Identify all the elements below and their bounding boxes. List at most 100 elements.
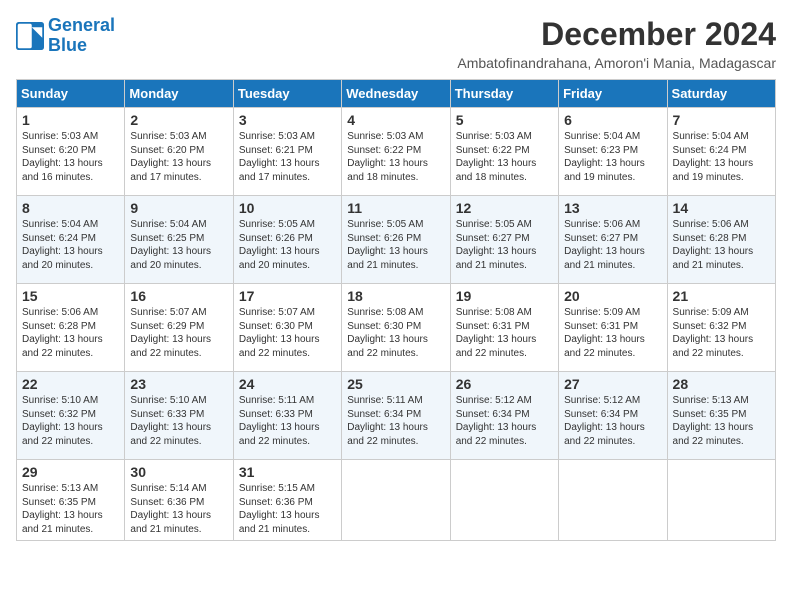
day-info: Sunrise: 5:06 AM Sunset: 6:28 PM Dayligh… xyxy=(673,218,770,272)
calendar-table: SundayMondayTuesdayWednesdayThursdayFrid… xyxy=(16,79,776,541)
day-number: 2 xyxy=(130,112,227,128)
logo-icon xyxy=(16,22,44,50)
calendar-cell: 30Sunrise: 5:14 AM Sunset: 6:36 PM Dayli… xyxy=(125,460,233,541)
day-info: Sunrise: 5:12 AM Sunset: 6:34 PM Dayligh… xyxy=(564,394,661,448)
day-number: 16 xyxy=(130,288,227,304)
calendar-header-friday: Friday xyxy=(559,80,667,108)
calendar-cell: 11 Sunrise: 5:05 AM Sunset: 6:26 PM Dayli… xyxy=(342,196,450,284)
day-info: Sunrise: 5:12 AM Sunset: 6:34 PM Dayligh… xyxy=(456,394,553,448)
calendar-cell: 14 Sunrise: 5:06 AM Sunset: 6:28 PM Dayli… xyxy=(667,196,775,284)
calendar-cell: 25 Sunrise: 5:11 AM Sunset: 6:34 PM Dayli… xyxy=(342,372,450,460)
day-number: 15 xyxy=(22,288,119,304)
calendar-cell: 2 Sunrise: 5:03 AM Sunset: 6:20 PM Daylig… xyxy=(125,108,233,196)
day-number: 9 xyxy=(130,200,227,216)
calendar-cell: 20Sunrise: 5:09 AM Sunset: 6:31 PM Dayli… xyxy=(559,284,667,372)
calendar-cell: 1 Sunrise: 5:03 AM Sunset: 6:20 PM Daylig… xyxy=(17,108,125,196)
day-number: 1 xyxy=(22,112,119,128)
day-number: 26 xyxy=(456,376,553,392)
day-info: Sunrise: 5:04 AM Sunset: 6:24 PM Dayligh… xyxy=(22,218,119,272)
day-number: 22 xyxy=(22,376,119,392)
day-number: 27 xyxy=(564,376,661,392)
calendar-week-row: 29 Sunrise: 5:13 AM Sunset: 6:35 PM Dayli… xyxy=(17,460,776,541)
day-number: 7 xyxy=(673,112,770,128)
calendar-cell: 15 Sunrise: 5:06 AM Sunset: 6:28 PM Dayli… xyxy=(17,284,125,372)
calendar-cell: 9 Sunrise: 5:04 AM Sunset: 6:25 PM Daylig… xyxy=(125,196,233,284)
day-info: Sunrise: 5:04 AM Sunset: 6:23 PM Dayligh… xyxy=(564,130,661,184)
calendar-cell: 3 Sunrise: 5:03 AM Sunset: 6:21 PM Daylig… xyxy=(233,108,341,196)
day-info: Sunrise: 5:13 AM Sunset: 6:35 PM Dayligh… xyxy=(22,482,119,536)
calendar-cell: 19 Sunrise: 5:08 AM Sunset: 6:31 PM Dayli… xyxy=(450,284,558,372)
day-info: Sunrise: 5:03 AM Sunset: 6:21 PM Dayligh… xyxy=(239,130,336,184)
calendar-body: 1 Sunrise: 5:03 AM Sunset: 6:20 PM Daylig… xyxy=(17,108,776,541)
calendar-week-row: 15 Sunrise: 5:06 AM Sunset: 6:28 PM Dayli… xyxy=(17,284,776,372)
day-info: Sunrise: 5:10 AM Sunset: 6:32 PM Dayligh… xyxy=(22,394,119,448)
calendar-week-row: 1 Sunrise: 5:03 AM Sunset: 6:20 PM Daylig… xyxy=(17,108,776,196)
calendar-cell: 10Sunrise: 5:05 AM Sunset: 6:26 PM Dayli… xyxy=(233,196,341,284)
day-info: Sunrise: 5:04 AM Sunset: 6:24 PM Dayligh… xyxy=(673,130,770,184)
day-info: Sunrise: 5:05 AM Sunset: 6:26 PM Dayligh… xyxy=(347,218,444,272)
calendar-cell: 23 Sunrise: 5:10 AM Sunset: 6:33 PM Dayli… xyxy=(125,372,233,460)
day-info: Sunrise: 5:03 AM Sunset: 6:22 PM Dayligh… xyxy=(456,130,553,184)
day-number: 21 xyxy=(673,288,770,304)
calendar-cell: 24Sunrise: 5:11 AM Sunset: 6:33 PM Dayli… xyxy=(233,372,341,460)
calendar-header-saturday: Saturday xyxy=(667,80,775,108)
calendar-week-row: 22 Sunrise: 5:10 AM Sunset: 6:32 PM Dayli… xyxy=(17,372,776,460)
calendar-cell: 6 Sunrise: 5:04 AM Sunset: 6:23 PM Daylig… xyxy=(559,108,667,196)
day-info: Sunrise: 5:07 AM Sunset: 6:29 PM Dayligh… xyxy=(130,306,227,360)
calendar-cell: 8 Sunrise: 5:04 AM Sunset: 6:24 PM Daylig… xyxy=(17,196,125,284)
day-number: 20 xyxy=(564,288,661,304)
calendar-header-sunday: Sunday xyxy=(17,80,125,108)
calendar-cell xyxy=(559,460,667,541)
day-number: 8 xyxy=(22,200,119,216)
day-number: 5 xyxy=(456,112,553,128)
calendar-cell xyxy=(450,460,558,541)
day-info: Sunrise: 5:08 AM Sunset: 6:31 PM Dayligh… xyxy=(456,306,553,360)
day-info: Sunrise: 5:11 AM Sunset: 6:33 PM Dayligh… xyxy=(239,394,336,448)
calendar-cell: 18Sunrise: 5:08 AM Sunset: 6:30 PM Dayli… xyxy=(342,284,450,372)
calendar-cell: 13 Sunrise: 5:06 AM Sunset: 6:27 PM Dayli… xyxy=(559,196,667,284)
day-number: 17 xyxy=(239,288,336,304)
day-number: 29 xyxy=(22,464,119,480)
day-number: 14 xyxy=(673,200,770,216)
calendar-cell: 27 Sunrise: 5:12 AM Sunset: 6:34 PM Dayli… xyxy=(559,372,667,460)
day-info: Sunrise: 5:03 AM Sunset: 6:20 PM Dayligh… xyxy=(130,130,227,184)
logo-text: General Blue xyxy=(48,16,115,56)
day-number: 25 xyxy=(347,376,444,392)
day-info: Sunrise: 5:14 AM Sunset: 6:36 PM Dayligh… xyxy=(130,482,227,536)
day-number: 4 xyxy=(347,112,444,128)
calendar-cell: 7 Sunrise: 5:04 AM Sunset: 6:24 PM Daylig… xyxy=(667,108,775,196)
day-info: Sunrise: 5:10 AM Sunset: 6:33 PM Dayligh… xyxy=(130,394,227,448)
calendar-cell: 31 Sunrise: 5:15 AM Sunset: 6:36 PM Dayli… xyxy=(233,460,341,541)
day-info: Sunrise: 5:11 AM Sunset: 6:34 PM Dayligh… xyxy=(347,394,444,448)
calendar-cell: 16 Sunrise: 5:07 AM Sunset: 6:29 PM Dayli… xyxy=(125,284,233,372)
calendar-cell: 17Sunrise: 5:07 AM Sunset: 6:30 PM Dayli… xyxy=(233,284,341,372)
day-info: Sunrise: 5:03 AM Sunset: 6:20 PM Dayligh… xyxy=(22,130,119,184)
calendar-header-monday: Monday xyxy=(125,80,233,108)
day-number: 28 xyxy=(673,376,770,392)
logo: General Blue xyxy=(16,16,115,56)
calendar-cell: 26 Sunrise: 5:12 AM Sunset: 6:34 PM Dayli… xyxy=(450,372,558,460)
day-number: 13 xyxy=(564,200,661,216)
day-info: Sunrise: 5:08 AM Sunset: 6:30 PM Dayligh… xyxy=(347,306,444,360)
day-info: Sunrise: 5:06 AM Sunset: 6:28 PM Dayligh… xyxy=(22,306,119,360)
day-info: Sunrise: 5:04 AM Sunset: 6:25 PM Dayligh… xyxy=(130,218,227,272)
calendar-cell: 22 Sunrise: 5:10 AM Sunset: 6:32 PM Dayli… xyxy=(17,372,125,460)
location-subtitle: Ambatofinandrahana, Amoron'i Mania, Mada… xyxy=(457,55,776,71)
day-number: 3 xyxy=(239,112,336,128)
day-number: 11 xyxy=(347,200,444,216)
day-number: 23 xyxy=(130,376,227,392)
day-info: Sunrise: 5:03 AM Sunset: 6:22 PM Dayligh… xyxy=(347,130,444,184)
day-number: 19 xyxy=(456,288,553,304)
day-number: 12 xyxy=(456,200,553,216)
day-number: 6 xyxy=(564,112,661,128)
calendar-header-thursday: Thursday xyxy=(450,80,558,108)
day-info: Sunrise: 5:05 AM Sunset: 6:27 PM Dayligh… xyxy=(456,218,553,272)
day-number: 31 xyxy=(239,464,336,480)
calendar-cell: 28Sunrise: 5:13 AM Sunset: 6:35 PM Dayli… xyxy=(667,372,775,460)
calendar-cell: 5 Sunrise: 5:03 AM Sunset: 6:22 PM Daylig… xyxy=(450,108,558,196)
day-info: Sunrise: 5:05 AM Sunset: 6:26 PM Dayligh… xyxy=(239,218,336,272)
day-info: Sunrise: 5:06 AM Sunset: 6:27 PM Dayligh… xyxy=(564,218,661,272)
day-info: Sunrise: 5:15 AM Sunset: 6:36 PM Dayligh… xyxy=(239,482,336,536)
month-title: December 2024 xyxy=(457,16,776,53)
calendar-header-wednesday: Wednesday xyxy=(342,80,450,108)
